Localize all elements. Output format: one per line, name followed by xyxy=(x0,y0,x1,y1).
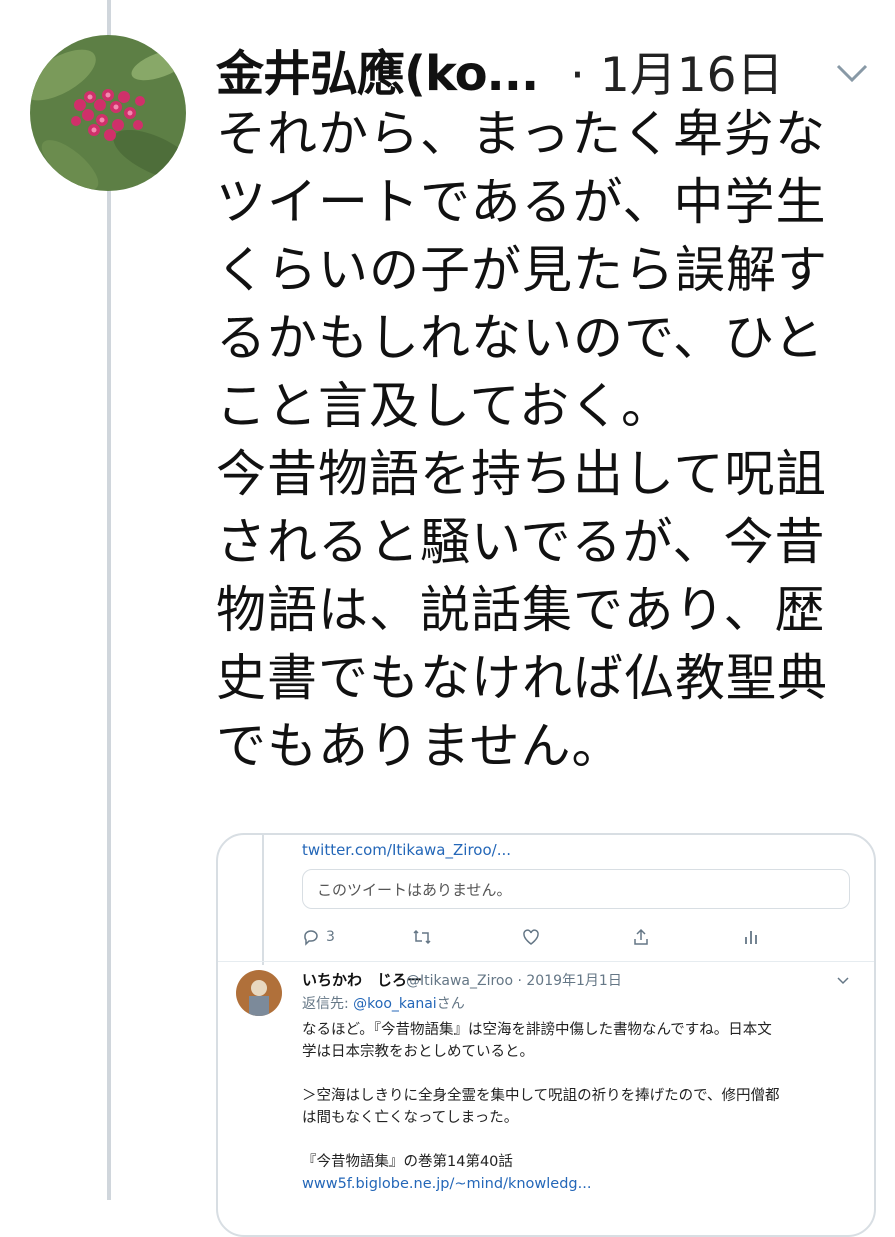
analytics-button[interactable] xyxy=(742,923,760,951)
reply-suffix: さん xyxy=(436,996,465,1012)
chevron-down-icon[interactable] xyxy=(832,52,872,92)
reply-count: 3 xyxy=(326,929,335,945)
reply-prefix: 返信先: xyxy=(302,996,354,1012)
like-button[interactable] xyxy=(522,923,540,951)
embed-author-name[interactable]: いちかわ じろー xyxy=(302,969,422,990)
reply-to-handle[interactable]: @koo_kanai xyxy=(353,996,437,1012)
unavailable-quote: このツイートはありません。 xyxy=(302,869,850,909)
share-icon xyxy=(632,928,650,946)
reply-icon xyxy=(302,928,320,946)
tweet-date[interactable]: · 1月16日 xyxy=(570,36,784,105)
embed-action-bar: 3 xyxy=(302,923,802,953)
chevron-down-icon[interactable] xyxy=(835,973,851,989)
embed-handle-date[interactable]: @Itikawa_Ziroo · 2019年1月1日 xyxy=(406,970,622,990)
like-icon xyxy=(522,928,540,946)
tweet-body: それから、まったく卑劣な ツイートであるが、中学生 くらいの子が見たら誤解す る… xyxy=(216,105,828,775)
reply-button[interactable]: 3 xyxy=(302,923,335,951)
embed-tweet-text: なるほど。『今昔物語集』は空海を誹謗中傷した書物なんですね。日本文 学は日本宗教… xyxy=(302,1019,862,1195)
embed-thread-line xyxy=(262,835,264,965)
retweet-button[interactable] xyxy=(412,923,432,951)
retweet-icon xyxy=(412,928,432,946)
embed-url[interactable]: www5f.biglobe.ne.jp/~mind/knowledg... xyxy=(302,1176,591,1192)
avatar[interactable] xyxy=(30,35,186,191)
embed-tweet-body: なるほど。『今昔物語集』は空海を誹謗中傷した書物なんですね。日本文 学は日本宗教… xyxy=(302,1022,780,1170)
tweet-header: 金井弘應(ko... · 1月16日 xyxy=(216,30,876,110)
embedded-screenshot[interactable]: twitter.com/Itikawa_Ziroo/... このツイートはありま… xyxy=(216,833,876,1237)
author-name[interactable]: 金井弘應(ko... xyxy=(216,34,539,104)
embed-top-link[interactable]: twitter.com/Itikawa_Ziroo/... xyxy=(302,841,511,859)
analytics-icon xyxy=(742,928,760,946)
share-button[interactable] xyxy=(632,923,650,951)
reply-to-line: 返信先: @koo_kanaiさん xyxy=(302,993,465,1013)
embed-divider xyxy=(218,961,874,962)
embed-avatar[interactable] xyxy=(236,970,282,1016)
